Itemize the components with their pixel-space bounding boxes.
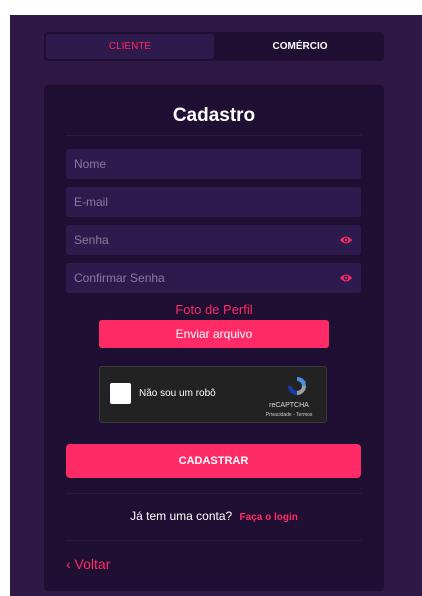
recaptcha-checkbox[interactable] bbox=[110, 383, 131, 404]
recaptcha-brand: reCAPTCHA bbox=[269, 402, 309, 409]
password-field bbox=[66, 225, 361, 255]
eye-icon[interactable] bbox=[339, 234, 353, 246]
recaptcha-links[interactable]: Privacidade - Termos bbox=[250, 412, 328, 418]
confirm-password-input[interactable] bbox=[66, 263, 361, 293]
confirm-password-field bbox=[66, 263, 361, 293]
back-link[interactable]: ‹ Voltar bbox=[66, 556, 110, 572]
name-input[interactable] bbox=[66, 149, 361, 179]
submit-divider bbox=[66, 493, 362, 494]
recaptcha-widget: Não sou um robô reCAPTCHA Privacidade - … bbox=[99, 366, 327, 423]
email-input[interactable] bbox=[66, 187, 361, 217]
login-row: Já tem uma conta? Faça o login bbox=[44, 509, 384, 523]
title-divider bbox=[66, 135, 362, 136]
tab-comercio[interactable]: COMÉRCIO bbox=[216, 32, 384, 61]
recaptcha-label: Não sou um robô bbox=[139, 388, 216, 399]
name-field bbox=[66, 149, 361, 179]
account-type-tabs: CLIENTE COMÉRCIO bbox=[44, 32, 384, 61]
register-button[interactable]: CADASTRAR bbox=[66, 444, 361, 478]
login-divider bbox=[66, 540, 362, 541]
page-background: CLIENTE COMÉRCIO Cadastro Nome E-mail Fo… bbox=[10, 15, 422, 596]
register-card: Cadastro Foto de Perfil Enviar arqu bbox=[44, 85, 384, 591]
login-link[interactable]: Faça o login bbox=[240, 512, 298, 523]
page-title: Cadastro bbox=[172, 105, 256, 126]
recaptcha-logo-icon bbox=[288, 377, 306, 395]
profile-photo-label: Foto de Perfil bbox=[175, 302, 253, 317]
login-prompt: Já tem uma conta? bbox=[130, 509, 233, 523]
eye-icon[interactable] bbox=[339, 272, 353, 284]
email-field bbox=[66, 187, 361, 217]
tab-cliente[interactable]: CLIENTE bbox=[46, 34, 214, 59]
password-input[interactable] bbox=[66, 225, 361, 255]
upload-file-button[interactable]: Enviar arquivo bbox=[99, 320, 329, 348]
